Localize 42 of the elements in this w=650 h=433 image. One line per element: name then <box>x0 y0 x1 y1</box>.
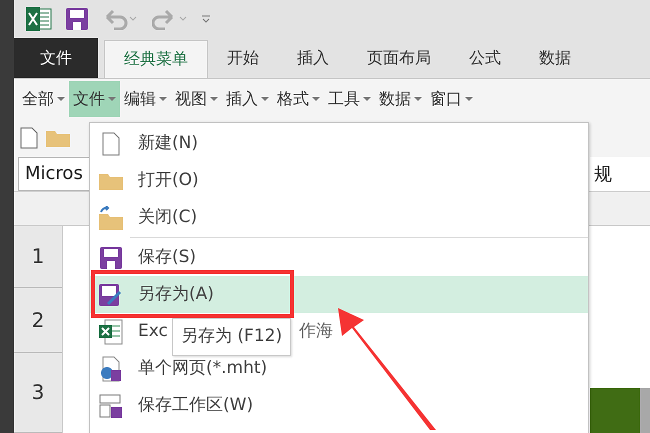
format-field[interactable]: 规 <box>590 156 650 191</box>
menu-item[interactable]: 关闭(C) <box>90 199 588 236</box>
ribbon-tab[interactable]: 插入 <box>278 38 348 78</box>
workspace-icon <box>99 394 123 418</box>
menu-item[interactable]: 窗口 <box>426 81 477 118</box>
row-header[interactable]: 3 <box>32 377 44 408</box>
tooltip: 另存为 (F12) <box>172 318 292 356</box>
ribbon-tab[interactable]: 开始 <box>208 38 278 78</box>
menu-item[interactable]: 保存(S) <box>90 239 588 276</box>
redo-icon[interactable] <box>152 8 188 30</box>
menu-item-text: 作海 <box>298 320 333 343</box>
file-tab[interactable]: 文件 <box>14 38 98 78</box>
menu-item[interactable]: 保存工作区(W) <box>90 387 588 424</box>
ribbon-tab[interactable]: 数据 <box>520 38 590 78</box>
menu-item[interactable]: 另存为(A) <box>90 276 588 313</box>
save-icon <box>100 246 122 268</box>
excel-file-icon <box>99 318 123 344</box>
row-header[interactable]: 1 <box>32 241 44 272</box>
webpage-icon <box>99 356 123 382</box>
menu-item[interactable]: 文件 <box>69 81 120 118</box>
font-field[interactable]: Micros <box>18 156 90 191</box>
save-as-icon <box>99 284 123 306</box>
row-header[interactable]: 2 <box>32 304 44 335</box>
save-icon[interactable] <box>66 8 88 30</box>
menu-item[interactable]: 编辑 <box>120 81 171 118</box>
menu-item[interactable]: 视图 <box>171 81 222 118</box>
menu-item[interactable]: 打开(O) <box>90 162 588 199</box>
document-icon[interactable] <box>20 126 38 149</box>
customize-icon[interactable] <box>202 15 210 24</box>
menu-item[interactable]: 新建(N) <box>90 125 588 162</box>
ribbon-tab[interactable]: 公式 <box>450 38 520 78</box>
folder-icon <box>99 206 123 230</box>
menu-item[interactable]: 插入 <box>222 81 273 118</box>
menu-item[interactable]: 数据 <box>375 81 426 118</box>
menu-item[interactable]: 全部 <box>18 81 69 118</box>
ribbon-tab[interactable]: 经典菜单 <box>104 40 208 78</box>
menu-item[interactable]: 工具 <box>324 81 375 118</box>
excel-icon[interactable] <box>26 7 52 32</box>
folder-icon <box>99 172 123 190</box>
document-icon <box>102 132 120 156</box>
ribbon-tab[interactable]: 页面布局 <box>348 38 450 78</box>
menu-item[interactable]: 格式 <box>273 81 324 118</box>
